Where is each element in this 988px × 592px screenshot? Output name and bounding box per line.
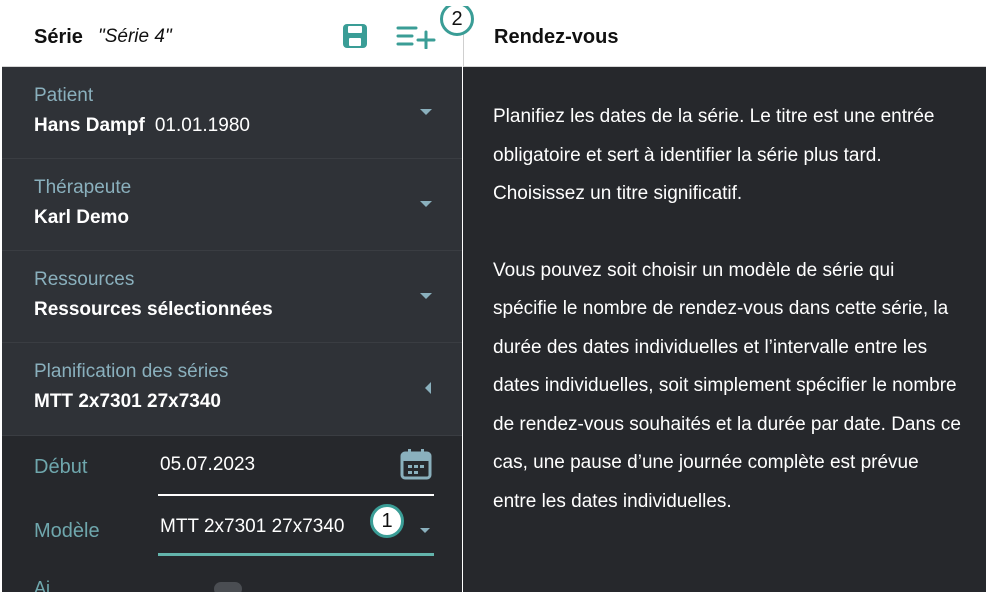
patient-birthdate: 01.01.1980 (154, 115, 250, 136)
partial-row-label: Ai (34, 578, 51, 592)
chevron-down-icon[interactable] (420, 528, 430, 534)
model-value: MTT 2x7301 27x7340 (160, 516, 345, 537)
chevron-down-icon[interactable] (420, 201, 432, 209)
help-body: Planifiez les dates de la série. Le titr… (493, 98, 963, 559)
series-planning-value: MTT 2x7301 27x7340 (34, 391, 221, 412)
patient-label: Patient (34, 85, 94, 106)
save-icon[interactable] (342, 23, 368, 49)
patient-name: Hans Dampf (34, 115, 145, 136)
series-planning-label: Planification des séries (34, 361, 229, 382)
model-label: Modèle (34, 520, 100, 542)
series-header: Série "Série 4" (2, 6, 462, 67)
help-panel: Rendez-vous Planifiez les dates de la sé… (463, 6, 986, 592)
therapist-field[interactable]: Thérapeute Karl Demo (2, 159, 462, 251)
resources-field[interactable]: Ressources Ressources sélectionnées (2, 251, 462, 343)
start-date-label: Début (34, 456, 88, 478)
therapist-value: Karl Demo (34, 207, 130, 228)
calendar-icon[interactable] (400, 448, 432, 480)
series-label: Série (34, 26, 83, 48)
add-list-icon[interactable] (396, 23, 436, 49)
series-name: "Série 4" (98, 26, 172, 47)
patient-value: Hans Dampf 01.01.1980 (34, 115, 250, 137)
help-paragraph: Vous pouvez soit choisir un modèle de sé… (493, 259, 961, 512)
callout-1: 1 (370, 504, 404, 538)
start-date-row: Début 05.07.2023 (2, 436, 462, 496)
chevron-down-icon[interactable] (420, 293, 432, 301)
resources-value: Ressources sélectionnées (34, 299, 273, 320)
help-paragraph: Planifiez les dates de la série. Le titr… (493, 106, 935, 204)
toggle-switch[interactable] (214, 582, 242, 592)
start-date-input[interactable]: 05.07.2023 (158, 436, 434, 496)
chevron-down-icon[interactable] (420, 109, 432, 117)
help-header: Rendez-vous (463, 6, 986, 67)
help-title: Rendez-vous (494, 26, 619, 48)
resources-label: Ressources (34, 269, 135, 290)
therapist-label: Thérapeute (34, 177, 132, 198)
patient-field[interactable]: Patient Hans Dampf 01.01.1980 (2, 67, 462, 159)
start-date-value: 05.07.2023 (160, 454, 256, 475)
series-panel: Série "Série 4" Patient Hans Dampf 01.01.… (2, 6, 462, 592)
series-planning-field[interactable]: Planification des séries MTT 2x7301 27x7… (2, 343, 462, 436)
chevron-left-icon[interactable] (424, 382, 432, 394)
app-frame: Série "Série 4" Patient Hans Dampf 01.01.… (2, 6, 986, 592)
